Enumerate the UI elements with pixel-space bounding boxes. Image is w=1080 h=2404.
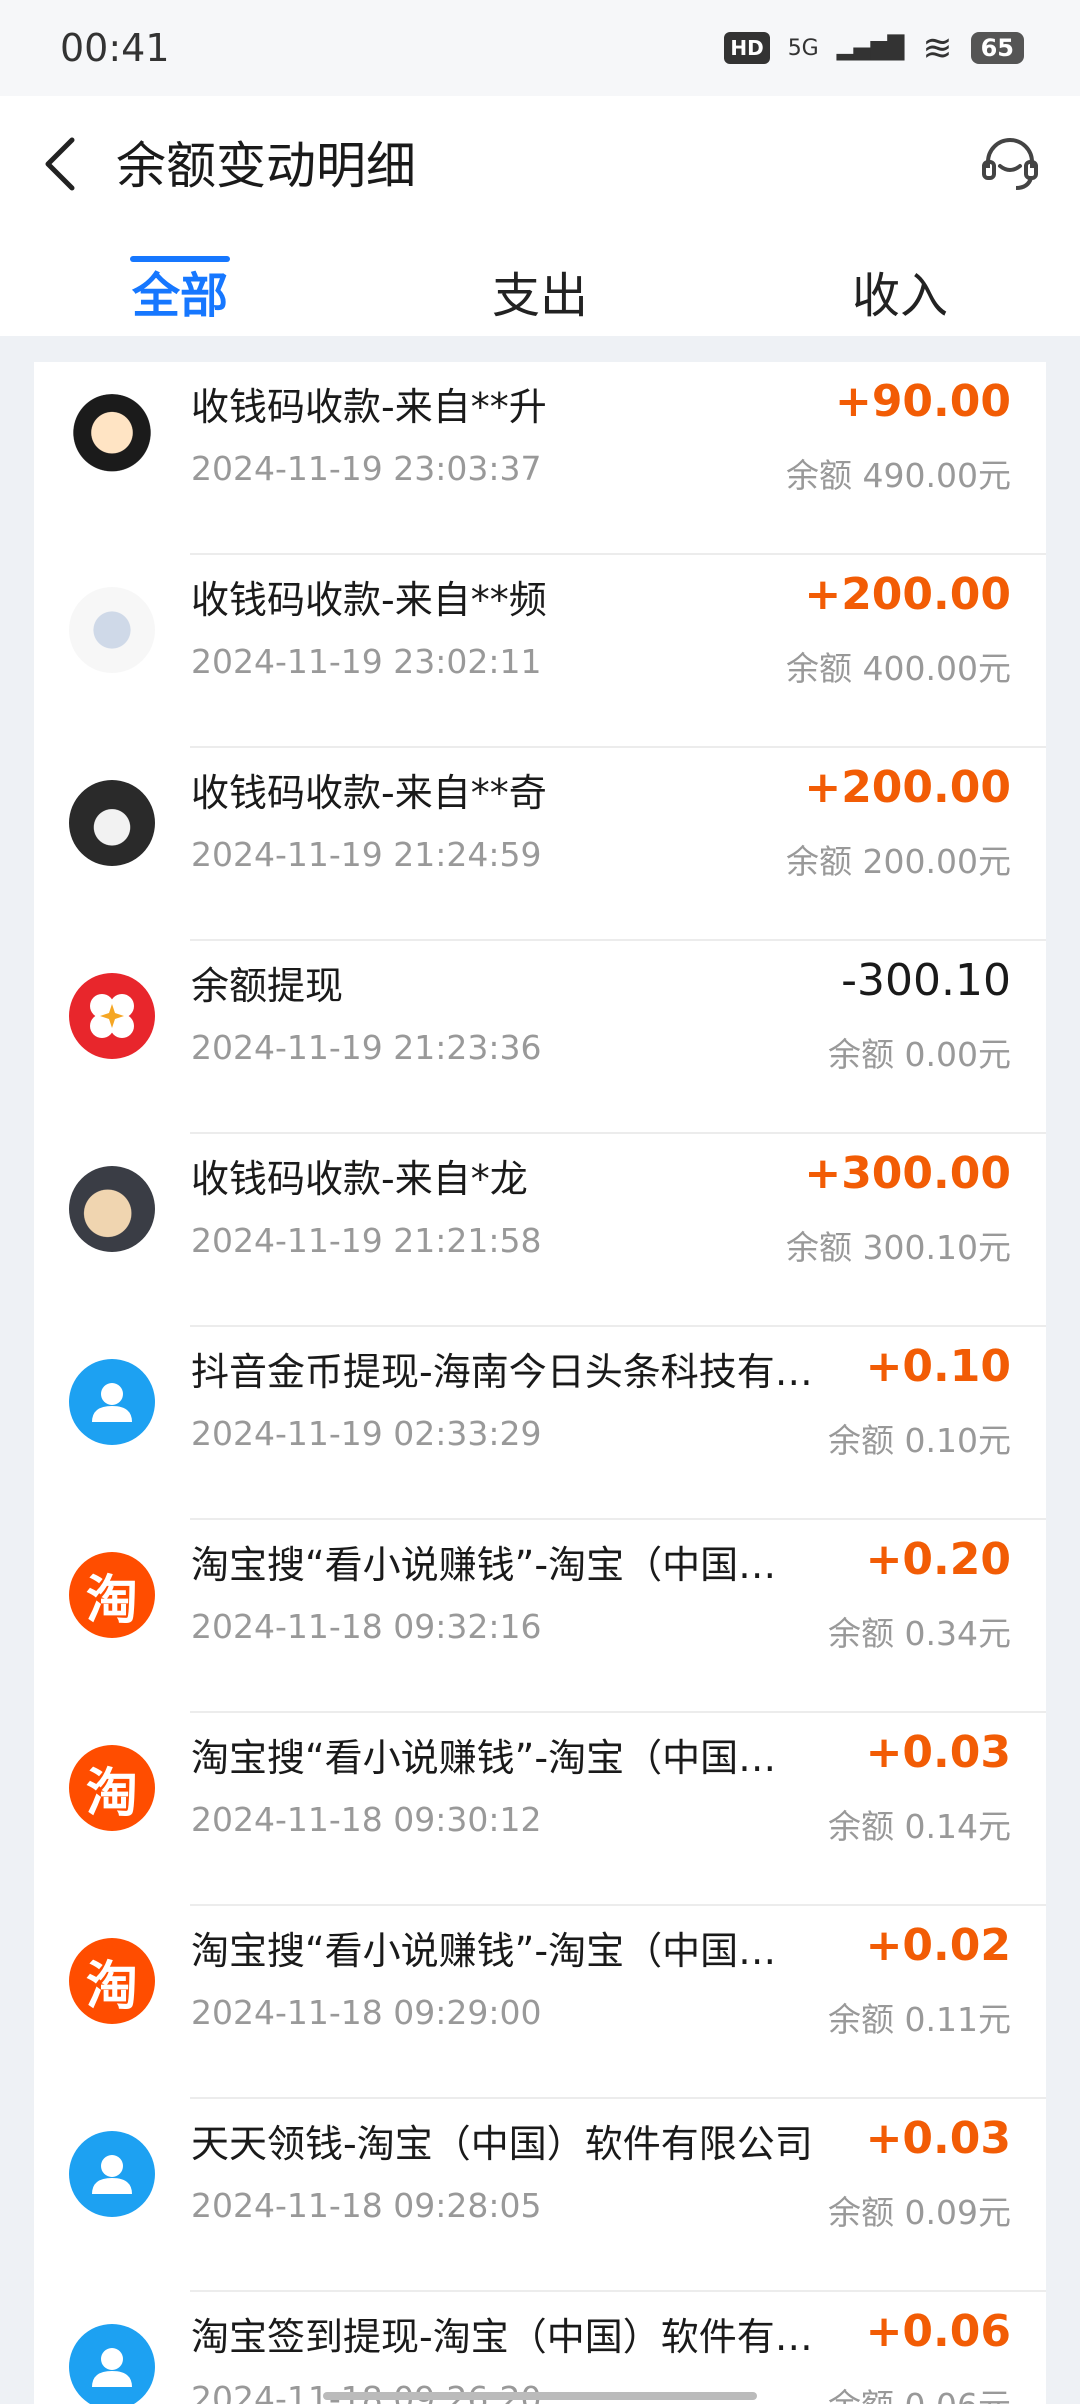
transaction-balance: 余额 0.10元 (828, 1421, 1011, 1460)
avatar (69, 780, 155, 866)
avatar (69, 2324, 155, 2404)
transaction-time: 2024-11-18 09:32:16 (191, 1607, 542, 1646)
transaction-balance: 余额 0.06元 (828, 2379, 1011, 2404)
transaction-amount: +0.02 (865, 1920, 1011, 1971)
transaction-balance: 余额 300.10元 (786, 1228, 1011, 1267)
transaction-title: 收钱码收款-来自**奇 (191, 771, 547, 815)
transaction-amount: +0.20 (865, 1534, 1011, 1585)
user-icon (92, 2155, 132, 2194)
avatar (69, 394, 155, 480)
transaction-time: 2024-11-19 02:33:29 (191, 1414, 542, 1453)
transaction-amount: +200.00 (804, 569, 1011, 620)
taobao-icon: 淘 (69, 1745, 155, 1831)
avatar (69, 2131, 155, 2217)
customer-service-icon[interactable] (978, 132, 1042, 196)
balance-withdraw-icon (90, 994, 134, 1038)
transaction-title: 淘宝搜“看小说赚钱”-淘宝（中国… (191, 1736, 777, 1780)
avatar (69, 973, 155, 1059)
transaction-title: 收钱码收款-来自**升 (191, 385, 547, 429)
transaction-amount: -300.10 (841, 955, 1011, 1006)
transaction-balance: 余额 0.09元 (828, 2193, 1011, 2232)
network-type: 5G (787, 35, 819, 61)
transaction-balance: 余额 0.14元 (828, 1807, 1011, 1846)
transaction-title: 天天领钱-淘宝（中国）软件有限公司 (191, 2122, 813, 2166)
transaction-time: 2024-11-18 09:30:12 (191, 1800, 542, 1839)
transaction-title: 淘宝签到提现-淘宝（中国）软件有… (191, 2315, 813, 2359)
transaction-row[interactable]: 收钱码收款-来自*龙 2024-11-19 21:21:58 +300.00 余… (34, 1134, 1046, 1327)
header: 余额变动明细 全部 支出 收入 (0, 96, 1080, 336)
transaction-time: 2024-11-19 21:24:59 (191, 835, 542, 874)
transaction-amount: +0.03 (865, 2113, 1011, 2164)
transaction-row[interactable]: 余额提现 2024-11-19 21:23:36 -300.10 余额 0.00… (34, 941, 1046, 1134)
transaction-time: 2024-11-18 09:28:05 (191, 2186, 542, 2225)
transaction-row[interactable]: 淘宝签到提现-淘宝（中国）软件有… 2024-11-18 09:26:20 +0… (34, 2292, 1046, 2404)
transaction-row[interactable]: 天天领钱-淘宝（中国）软件有限公司 2024-11-18 09:28:05 +0… (34, 2099, 1046, 2292)
transaction-amount: +0.10 (865, 1341, 1011, 1392)
status-bar: 00:41 HD 5G ▂▄▆█ ≋ 65 (0, 0, 1080, 96)
transaction-time: 2024-11-19 23:02:11 (191, 642, 542, 681)
transaction-time: 2024-11-18 09:29:00 (191, 1993, 542, 2032)
battery-icon: 65 (970, 32, 1024, 64)
transaction-balance: 余额 400.00元 (786, 649, 1011, 688)
page-title: 余额变动明细 (116, 137, 416, 195)
tab-expense[interactable]: 支出 (440, 256, 640, 326)
active-tab-indicator (130, 256, 230, 262)
transaction-balance: 余额 200.00元 (786, 842, 1011, 881)
transaction-balance: 余额 490.00元 (786, 456, 1011, 495)
transaction-list[interactable]: 收钱码收款-来自**升 2024-11-19 23:03:37 +90.00 余… (34, 362, 1046, 2404)
transaction-title: 淘宝搜“看小说赚钱”-淘宝（中国… (191, 1543, 777, 1587)
transaction-amount: +300.00 (804, 1148, 1011, 1199)
taobao-icon: 淘 (69, 1938, 155, 2024)
transaction-title: 收钱码收款-来自*龙 (191, 1157, 528, 1201)
user-icon (92, 2348, 132, 2387)
transaction-balance: 余额 0.00元 (828, 1035, 1011, 1074)
transaction-amount: +0.03 (865, 1727, 1011, 1778)
signal-icon: ▂▄▆█ (836, 35, 905, 61)
tab-all[interactable]: 全部 (80, 256, 280, 326)
transaction-amount: +90.00 (834, 376, 1011, 427)
avatar (69, 1166, 155, 1252)
transaction-balance: 余额 0.34元 (828, 1614, 1011, 1653)
transaction-row[interactable]: 淘 淘宝搜“看小说赚钱”-淘宝（中国… 2024-11-18 09:29:00 … (34, 1906, 1046, 2099)
user-icon (92, 1383, 132, 1422)
transaction-title: 收钱码收款-来自**频 (191, 578, 547, 622)
tab-bar: 全部 支出 收入 (0, 256, 1080, 336)
transaction-time: 2024-11-19 21:21:58 (191, 1221, 542, 1260)
transaction-balance: 余额 0.11元 (828, 2000, 1011, 2039)
taobao-icon: 淘 (69, 1552, 155, 1638)
wifi-icon: ≋ (922, 27, 953, 69)
transaction-row[interactable]: 淘 淘宝搜“看小说赚钱”-淘宝（中国… 2024-11-18 09:32:16 … (34, 1520, 1046, 1713)
transaction-title: 抖音金币提现-海南今日头条科技有… (191, 1350, 813, 1394)
transaction-row[interactable]: 抖音金币提现-海南今日头条科技有… 2024-11-19 02:33:29 +0… (34, 1327, 1046, 1520)
avatar (69, 587, 155, 673)
transaction-title: 淘宝搜“看小说赚钱”-淘宝（中国… (191, 1929, 777, 1973)
transaction-row[interactable]: 收钱码收款-来自**频 2024-11-19 23:02:11 +200.00 … (34, 555, 1046, 748)
transaction-amount: +0.06 (865, 2306, 1011, 2357)
tab-income[interactable]: 收入 (800, 256, 1000, 326)
status-icons: HD 5G ▂▄▆█ ≋ 65 (724, 28, 1024, 69)
status-time: 00:41 (60, 26, 170, 70)
transaction-amount: +200.00 (804, 762, 1011, 813)
avatar (69, 1359, 155, 1445)
back-icon[interactable] (34, 134, 94, 194)
home-indicator[interactable] (323, 2392, 757, 2400)
transaction-row[interactable]: 收钱码收款-来自**奇 2024-11-19 21:24:59 +200.00 … (34, 748, 1046, 941)
hd-icon: HD (724, 32, 770, 64)
transaction-time: 2024-11-19 23:03:37 (191, 449, 542, 488)
transaction-title: 余额提现 (191, 964, 344, 1008)
transaction-time: 2024-11-19 21:23:36 (191, 1028, 542, 1067)
transaction-row[interactable]: 收钱码收款-来自**升 2024-11-19 23:03:37 +90.00 余… (34, 362, 1046, 555)
transaction-row[interactable]: 淘 淘宝搜“看小说赚钱”-淘宝（中国… 2024-11-18 09:30:12 … (34, 1713, 1046, 1906)
